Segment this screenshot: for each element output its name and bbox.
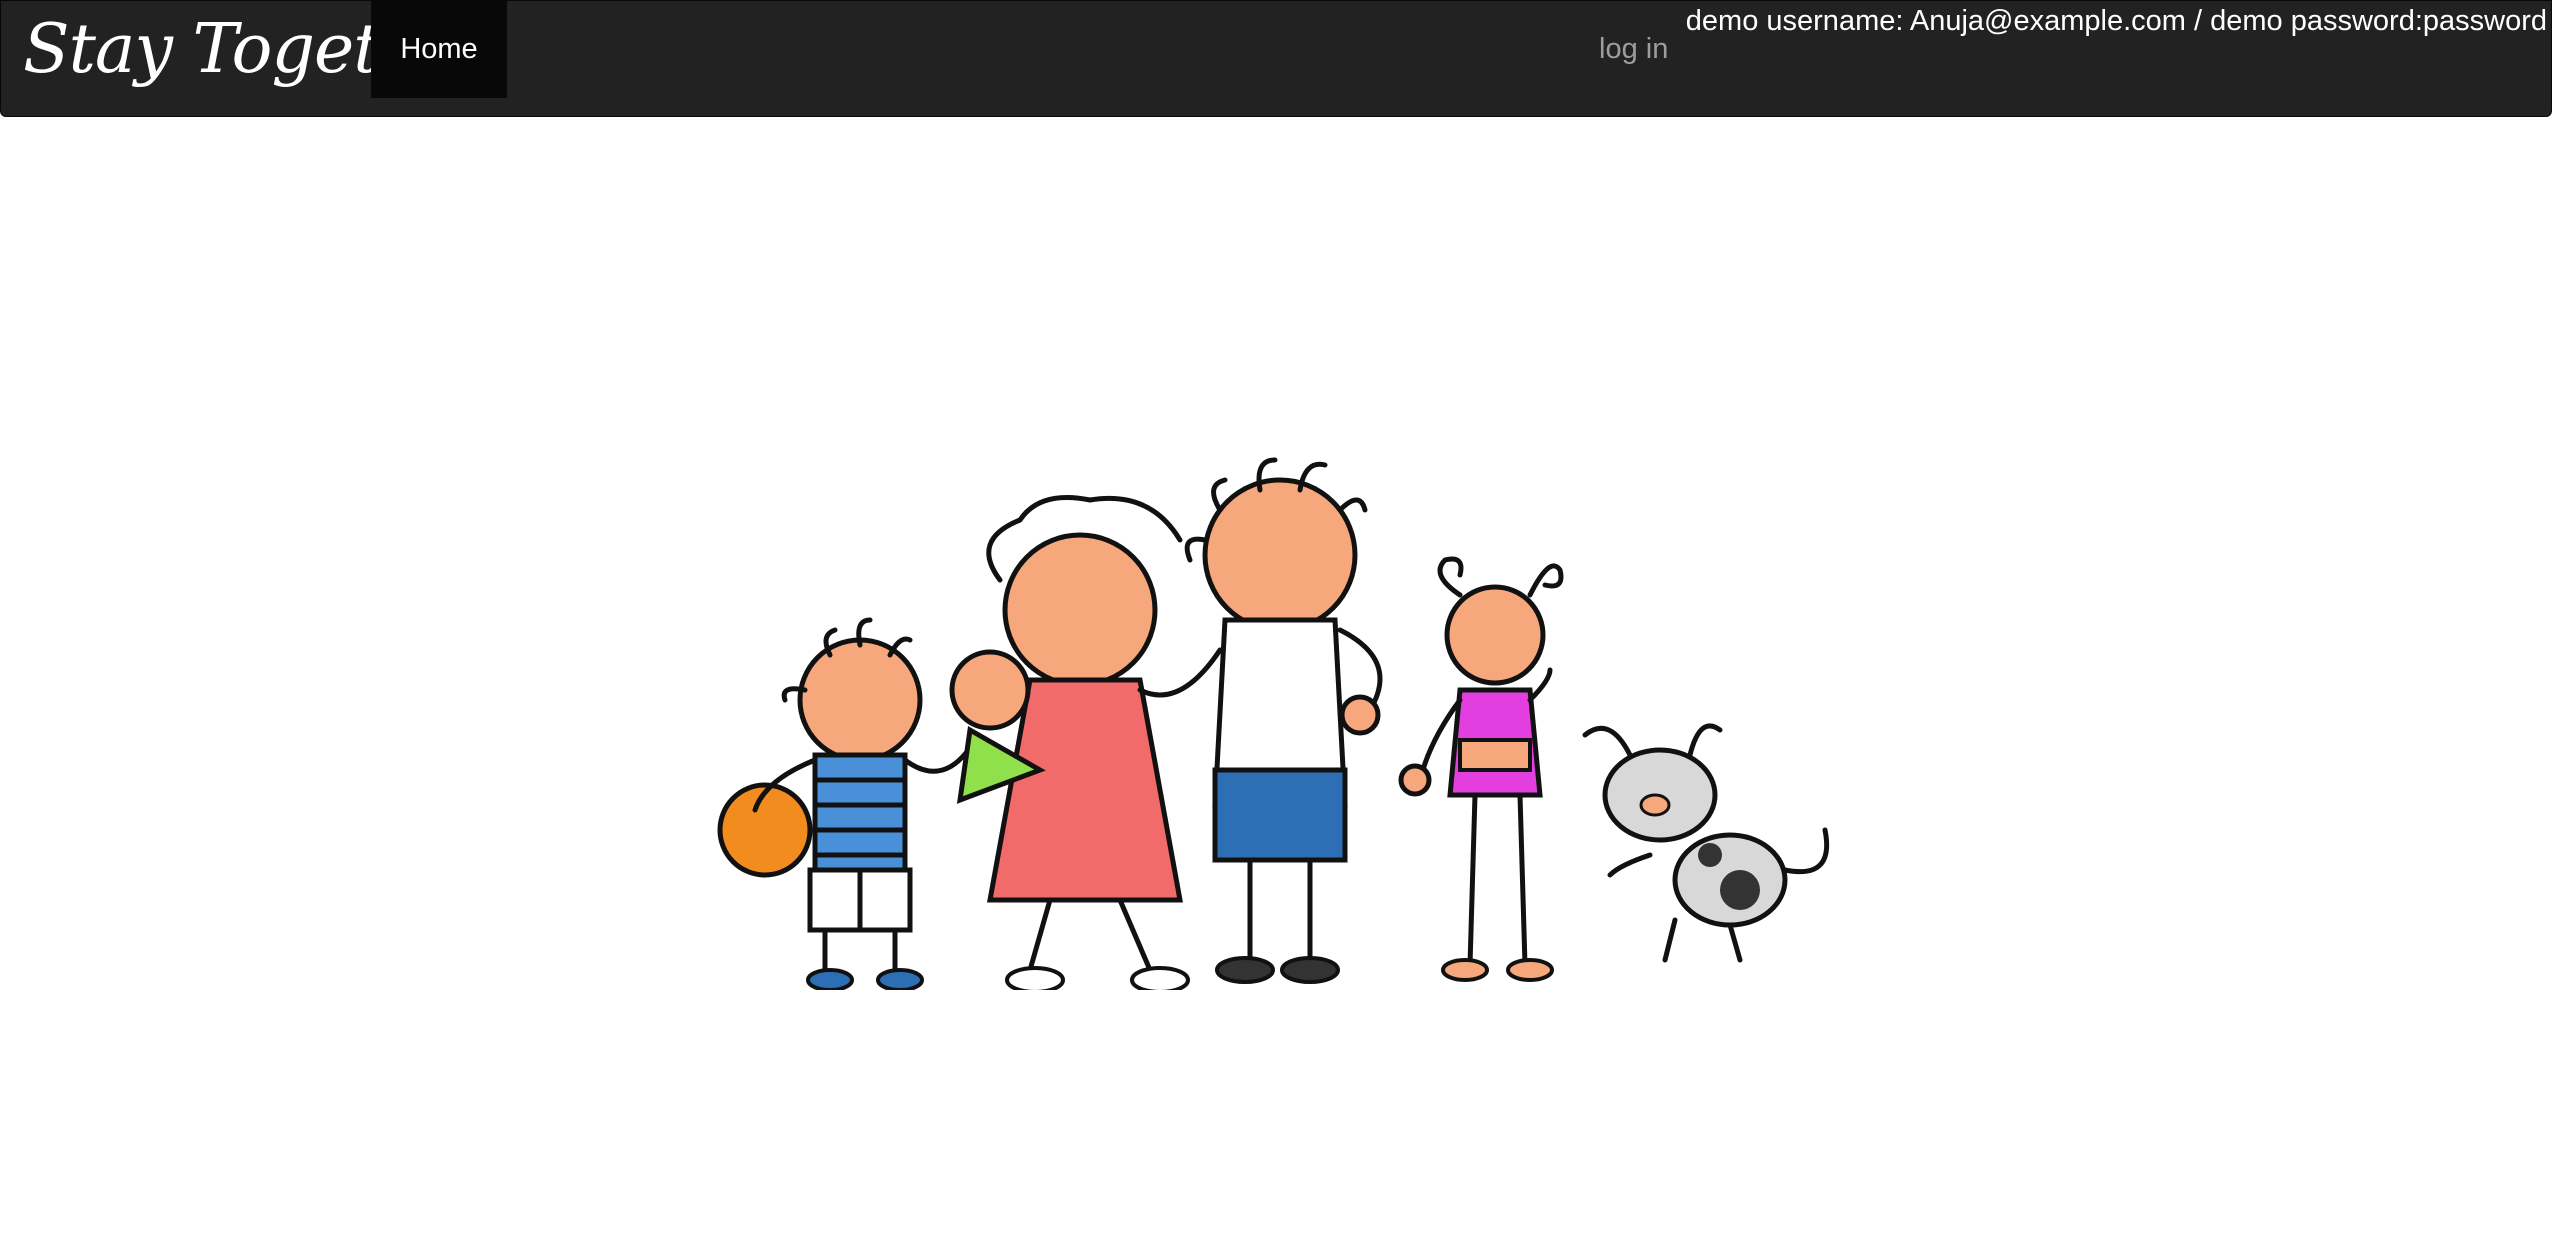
mother-figure xyxy=(949,495,1223,990)
family-illustration xyxy=(717,457,1830,990)
demo-credentials-text: demo username: Anuja@example.com / demo … xyxy=(1685,5,2547,37)
father-figure xyxy=(1184,457,1383,984)
boy-figure xyxy=(717,617,978,990)
nav-home-link[interactable]: Home xyxy=(371,1,507,98)
top-navbar: Stay Together Home log in demo username:… xyxy=(0,0,2552,117)
dog-figure xyxy=(1582,723,1830,963)
girl-figure xyxy=(1398,556,1564,982)
nav-login-link[interactable]: log in xyxy=(1599,1,1668,98)
